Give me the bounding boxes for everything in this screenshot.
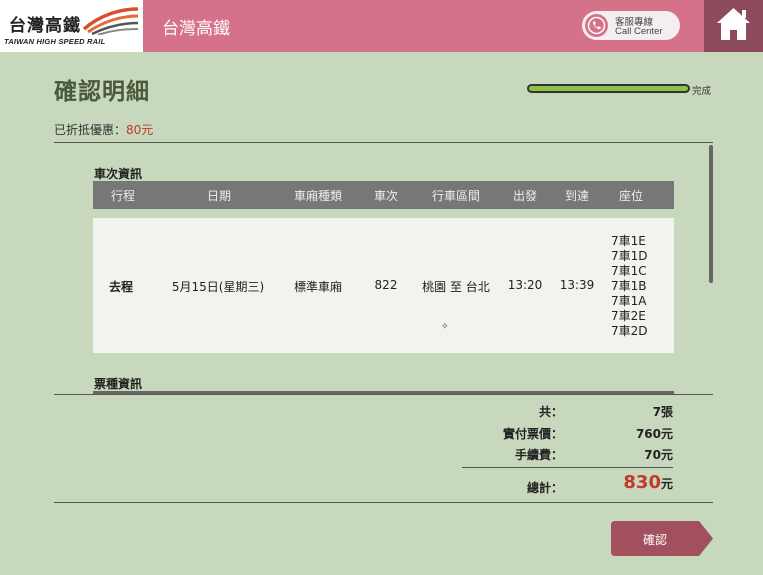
summary-total: 830元 (600, 472, 673, 493)
page-title: 確認明細 (54, 79, 150, 105)
logo-swoosh-icon (82, 7, 139, 35)
cell-depart: 13:20 (507, 278, 543, 292)
seat-item: 7車1B (611, 279, 647, 293)
summary-count-value: 7張 (652, 405, 673, 419)
cursor-icon: ✧ (441, 322, 449, 332)
discount-amount: 80元 (126, 123, 154, 137)
seat-item: 7車2D (611, 324, 648, 338)
progress-label: 完成 (692, 86, 712, 97)
cell-date: 5月15日(星期三) (171, 280, 265, 294)
summary-fare-value: 760元 (635, 427, 673, 441)
column-header-trip: 行程 (110, 189, 136, 203)
seat-item: 7車1A (611, 294, 647, 308)
progress-bar (527, 84, 690, 93)
logo-text-cn: 台灣高鐵 (9, 16, 81, 36)
summary-fare-label: 實付票價： (502, 427, 563, 441)
summary-divider (462, 467, 673, 468)
app-header: 台灣高鐵 TAIWAN HIGH SPEED RAIL 台灣高鐵 客服專線 Ca… (0, 0, 763, 52)
cell-trip: 去程 (108, 280, 134, 294)
thsr-logo[interactable]: 台灣高鐵 TAIWAN HIGH SPEED RAIL (0, 0, 143, 52)
summary-total-value: 830 (623, 472, 661, 493)
seat-item: 7車2E (611, 309, 646, 323)
summary-fee-value: 70元 (644, 448, 673, 462)
cell-arrive: 13:39 (559, 278, 595, 292)
home-icon (717, 8, 750, 40)
confirm-label: 確認 (642, 533, 667, 547)
divider (54, 502, 713, 503)
column-header-route: 行車區間 (431, 189, 481, 203)
cell-route: 桃園 至 台北 (422, 280, 490, 294)
seat-item: 7車1E (611, 234, 646, 248)
section-title-train: 車次資訊 (94, 167, 143, 181)
scrollbar[interactable] (709, 145, 713, 283)
column-header-depart: 出發 (512, 189, 538, 203)
summary-total-unit: 元 (660, 477, 673, 491)
logo-text-en: TAIWAN HIGH SPEED RAIL (4, 37, 106, 46)
progress-fill (529, 86, 688, 91)
call-center-button[interactable]: 客服專線 Call Center (582, 11, 680, 40)
header-title: 台灣高鐵 (162, 19, 230, 39)
cell-seats: 7車1E 7車1D 7車1C 7車1B 7車1A 7車2E 7車2D (611, 234, 648, 339)
column-header-car-type: 車廂種類 (293, 189, 343, 203)
column-header-train-no: 車次 (373, 189, 399, 203)
divider (54, 394, 713, 395)
cell-train-no: 822 (374, 278, 398, 292)
discount-info: 已折抵優惠：80元 (54, 121, 153, 138)
discount-label: 已折抵優惠： (54, 123, 127, 137)
column-header-date: 日期 (206, 189, 232, 203)
table-row: 去程 5月15日(星期三) 標準車廂 822 桃園 至 台北 13:20 13:… (93, 218, 674, 353)
divider (54, 142, 713, 143)
summary-total-label: 總計： (526, 481, 563, 495)
home-button[interactable] (704, 0, 763, 52)
summary-count-label: 共： (538, 405, 563, 419)
cell-car-type: 標準車廂 (293, 280, 343, 294)
table-header: 行程 日期 車廂種類 車次 行車區間 出發 到達 座位 (93, 181, 674, 209)
section-title-ticket: 票種資訊 (94, 377, 143, 391)
column-header-seat: 座位 (618, 189, 644, 203)
summary-fee-label: 手續費： (514, 448, 563, 462)
phone-icon (585, 14, 608, 37)
seat-item: 7車1D (611, 249, 648, 263)
seat-item: 7車1C (611, 264, 647, 278)
call-center-label-en: Call Center (615, 26, 663, 37)
column-header-arrive: 到達 (564, 189, 590, 203)
confirm-button[interactable]: 確認 (611, 521, 713, 556)
